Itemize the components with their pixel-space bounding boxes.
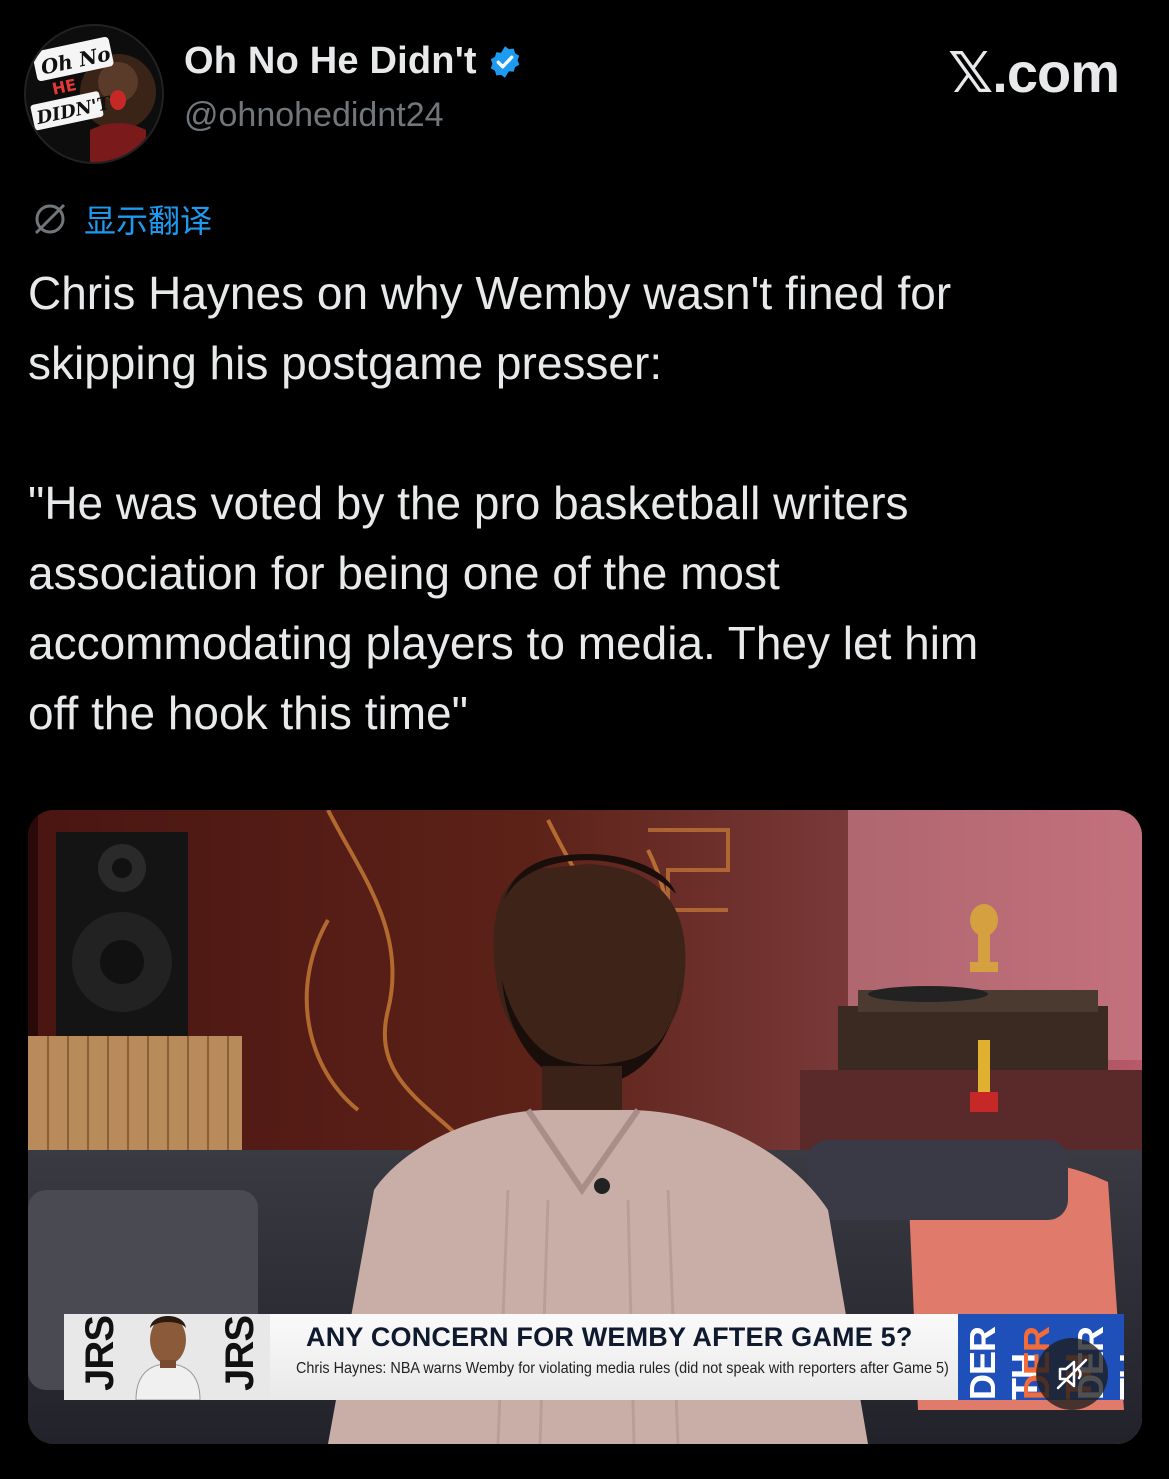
tweet-header: Oh No HE DIDN'T Oh No He Didn't @ohnohed… <box>0 0 1169 180</box>
show-translation-label[interactable]: 显示翻译 <box>84 196 212 242</box>
author-display-name[interactable]: Oh No He Didn't <box>184 40 477 83</box>
author-handle[interactable]: @ohnohedidnt24 <box>184 96 444 135</box>
lower-third-subheadline: Chris Haynes: NBA warns Wemby for violat… <box>296 1360 949 1377</box>
lower-third-main: ANY CONCERN FOR WEMBY AFTER GAME 5? Chri… <box>270 1314 958 1400</box>
author-name-row: Oh No He Didn't <box>184 40 523 83</box>
lower-third-team-panel: JRS JRS <box>64 1314 270 1400</box>
x-brand-label: 𝕏.com <box>948 41 1120 104</box>
avatar-logo-image: Oh No HE DIDN'T <box>26 26 162 162</box>
tweet-body-text: Chris Haynes on why Wemby wasn't fined f… <box>28 267 979 739</box>
lower-third-headline: ANY CONCERN FOR WEMBY AFTER GAME 5? <box>306 1322 913 1352</box>
news-lower-third: JRS JRS ANY CONCERN FOR WEMBY AFTER GAME… <box>64 1314 1124 1400</box>
team-name-text: JRS <box>78 1316 122 1391</box>
team-name-text-2: JRS <box>218 1316 262 1391</box>
unmute-button[interactable] <box>1036 1338 1108 1410</box>
verified-badge-icon <box>490 45 520 78</box>
player-headshot-image <box>135 1316 201 1400</box>
speaker-muted-icon <box>1056 1358 1088 1390</box>
video-player[interactable]: JRS JRS ANY CONCERN FOR WEMBY AFTER GAME… <box>28 810 1142 1444</box>
author-avatar[interactable]: Oh No HE DIDN'T <box>24 24 164 164</box>
translate-globe-icon <box>34 203 66 235</box>
show-translation-button[interactable]: 显示翻译 <box>28 196 212 242</box>
